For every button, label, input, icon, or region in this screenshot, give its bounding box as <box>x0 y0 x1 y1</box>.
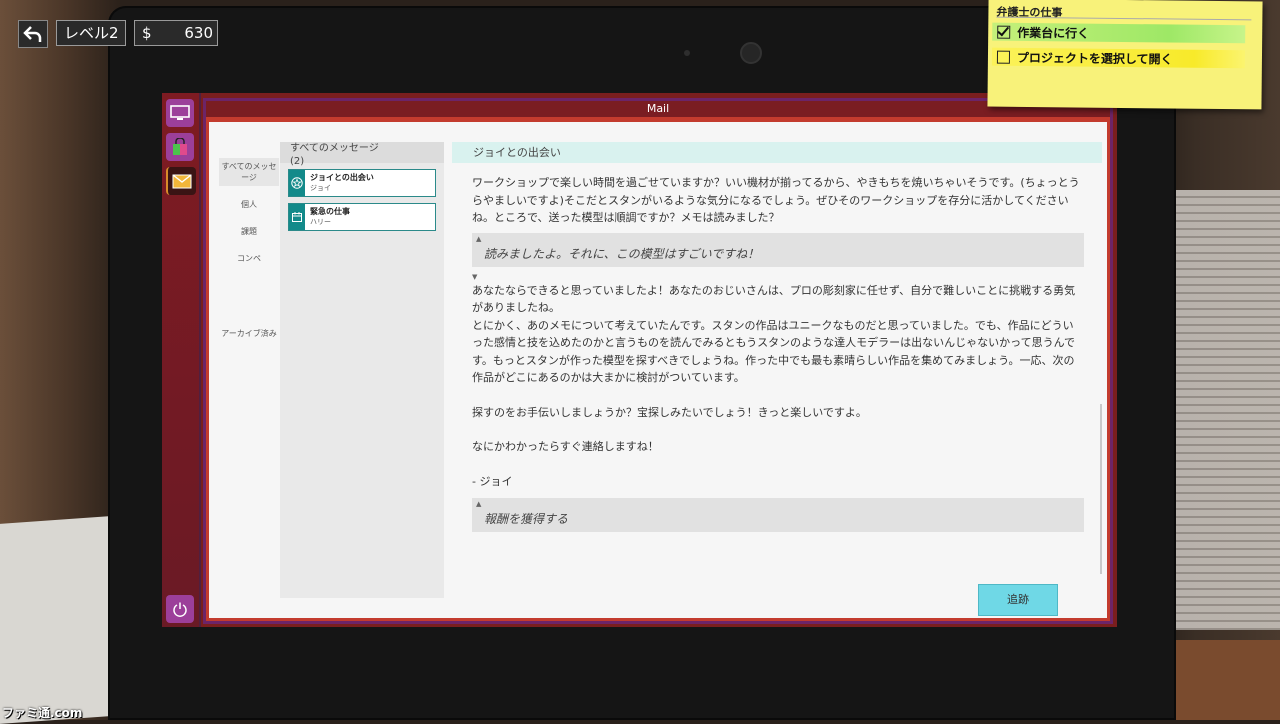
message-body: ワークショップで楽しい時間を過ごせていますか？いい機材が揃ってるから、やきもちを… <box>472 174 1084 538</box>
power-icon <box>173 602 187 617</box>
laptop-screen: Mail すべてのメッセージ 個人 課題 コンペ アーカイブ済み すべてのメッセ… <box>162 93 1117 627</box>
category-archived[interactable]: アーカイブ済み <box>219 325 279 342</box>
window-title: Mail <box>206 101 1110 117</box>
checkbox-checked-icon <box>997 25 1011 39</box>
level-indicator: レベル2 <box>56 20 126 46</box>
back-button[interactable] <box>18 20 48 48</box>
mail-window: Mail すべてのメッセージ 個人 課題 コンペ アーカイブ済み すべてのメッセ… <box>203 98 1113 624</box>
calendar-icon <box>289 204 305 230</box>
task-sticky-note: 弁護士の仕事 作業台に行く プロジェクトを選択して開く <box>987 0 1263 110</box>
task-item: プロジェクトを選択して開く <box>991 47 1246 69</box>
message-list-header: すべてのメッセージ (2) <box>280 142 444 167</box>
currency-symbol: $ <box>142 24 152 42</box>
power-button[interactable] <box>166 595 194 623</box>
category-assignments[interactable]: 課題 <box>219 223 279 240</box>
money-indicator: $ 630 <box>134 20 218 46</box>
message-list-title: すべてのメッセージ <box>290 143 379 154</box>
category-list: すべてのメッセージ 個人 課題 コンペ アーカイブ済み <box>219 158 279 352</box>
monitor-app-button[interactable] <box>166 99 194 127</box>
back-arrow-icon <box>23 26 42 42</box>
checkbox-empty-icon <box>996 50 1011 64</box>
message-subject: 緊急の仕事 <box>310 207 350 216</box>
collapse-arrow-icon: ▲ <box>476 234 482 243</box>
message-paragraph: とにかく、あのメモについて考えていたんです。スタンの作品はユニークなものだと思っ… <box>472 318 1076 385</box>
message-signature: - ジョイ <box>472 474 513 488</box>
shopping-bag-icon <box>173 138 187 155</box>
reward-choice[interactable]: ▲ 報酬を獲得する <box>472 498 1084 532</box>
reply-choice[interactable]: ▲ 読みましたよ。それに、この模型はすごいですね！ <box>472 232 1084 267</box>
message-list: すべてのメッセージ (2) ジョイとの出会い ジョイ 緊急の仕事 ハリー <box>280 142 444 598</box>
task-label: 作業台に行く <box>1017 25 1090 41</box>
watermark-logo: ファミ通.com <box>2 706 83 720</box>
message-title: ジョイとの出会い <box>452 142 1102 163</box>
shop-app-button[interactable] <box>166 133 194 161</box>
message-item[interactable]: ジョイとの出会い ジョイ <box>288 169 436 197</box>
track-button[interactable]: 追跡 <box>978 584 1058 616</box>
message-paragraph: 探すのをお手伝いしましょうか？宝探しみたいでしょう！きっと楽しいですよ。 <box>472 405 867 419</box>
mail-app-button[interactable] <box>166 167 196 195</box>
monitor-icon <box>170 105 190 120</box>
message-paragraph: なにかわかったらすぐ連絡しますね！ <box>472 440 659 453</box>
reading-pane: ジョイとの出会い ワークショップで楽しい時間を過ごせていますか？いい機材が揃って… <box>452 142 1102 622</box>
task-item: 作業台に行く <box>992 22 1246 44</box>
reply-text: 読みましたよ。それに、この模型はすごいですね！ <box>484 246 760 261</box>
message-count: (2) <box>290 156 305 167</box>
message-paragraph: あなたならできると思っていましたよ！あなたのおじいさんは、プロの彫刻家に任せず、… <box>472 283 1076 315</box>
task-label: プロジェクトを選択して開く <box>1016 50 1173 66</box>
star-icon <box>289 170 305 196</box>
background-paper <box>0 516 110 724</box>
message-paragraph: ワークショップで楽しい時間を過ごせていますか？いい機材が揃ってるから、やきもちを… <box>472 176 1080 224</box>
category-all[interactable]: すべてのメッセージ <box>219 158 279 186</box>
mic-dot <box>684 50 690 56</box>
message-subject: ジョイとの出会い <box>310 173 374 182</box>
money-value: 630 <box>184 24 213 42</box>
category-personal[interactable]: 個人 <box>219 196 279 213</box>
envelope-icon <box>172 173 192 188</box>
category-contests[interactable]: コンペ <box>219 250 279 267</box>
message-sender: ハリー <box>310 218 331 226</box>
collapse-arrow-icon: ▲ <box>476 500 482 508</box>
mail-content: すべてのメッセージ 個人 課題 コンペ アーカイブ済み すべてのメッセージ (2… <box>209 122 1107 618</box>
webcam <box>740 42 762 64</box>
background-paper-stack <box>1160 190 1280 630</box>
desktop-launcher <box>162 93 201 627</box>
scrollbar[interactable] <box>1100 404 1102 574</box>
reward-text: 報酬を獲得する <box>484 512 569 526</box>
message-sender: ジョイ <box>310 184 331 192</box>
expand-arrow-icon[interactable]: ▼ <box>472 273 1084 282</box>
message-item[interactable]: 緊急の仕事 ハリー <box>288 203 436 231</box>
